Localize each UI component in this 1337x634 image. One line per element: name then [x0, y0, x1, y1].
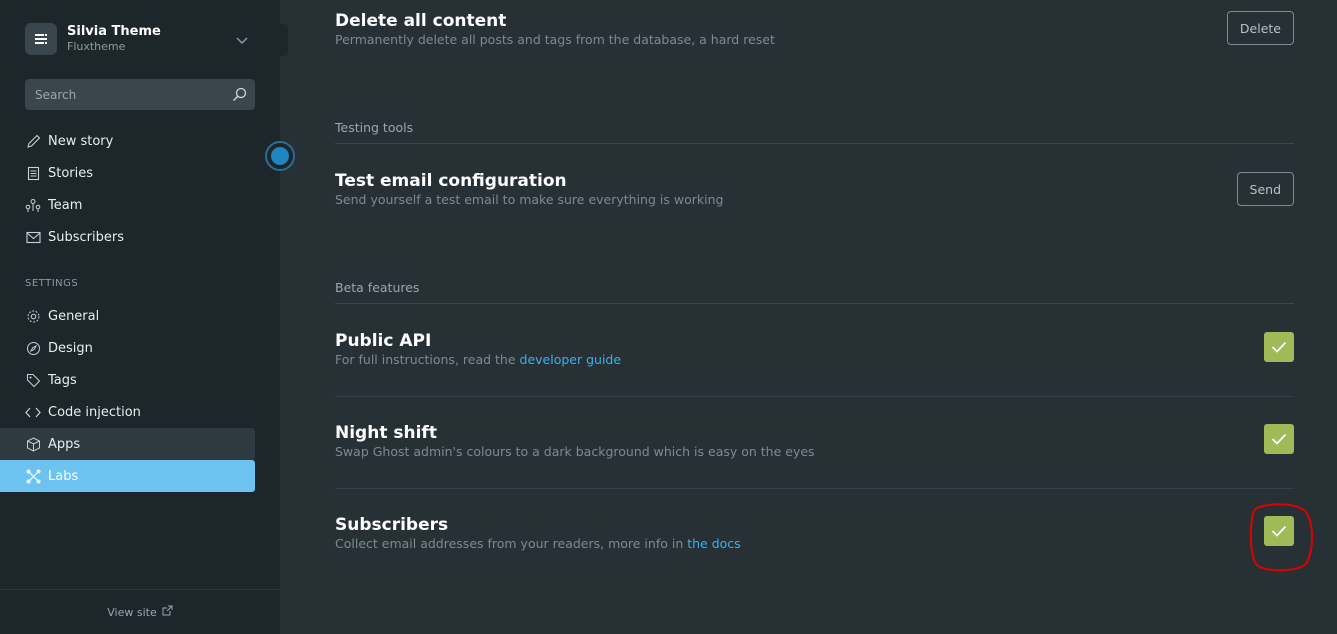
subscribers-checkbox[interactable]: [1264, 516, 1294, 546]
pencil-icon: [25, 133, 41, 149]
onboarding-hotspot[interactable]: [265, 141, 295, 171]
nav-label: General: [48, 308, 100, 324]
menu-icon: [35, 34, 47, 44]
public-api-row: Public API For full instructions, read t…: [335, 330, 1294, 368]
box-icon: [25, 436, 41, 452]
test-email-title: Test email configuration: [335, 171, 567, 191]
test-email-desc: Send yourself a test email to make sure …: [335, 192, 724, 207]
search-icon[interactable]: [232, 87, 247, 106]
labs-content: Delete all content Permanently delete al…: [335, 0, 1294, 634]
search-box[interactable]: [25, 79, 255, 110]
subscribers-title: Subscribers: [335, 515, 449, 535]
main-nav: New story Stories Team Subscribers: [0, 125, 280, 253]
brand-title: Silvia Theme: [67, 24, 161, 39]
divider: [335, 396, 1294, 397]
nav-item-general[interactable]: General: [0, 300, 280, 332]
compass-icon: [25, 340, 41, 356]
subscribers-desc: Collect email addresses from your reader…: [335, 536, 741, 551]
delete-content-desc: Permanently delete all posts and tags fr…: [335, 32, 775, 47]
delete-content-title: Delete all content: [335, 11, 507, 31]
brand-switcher[interactable]: Silvia Theme Fluxtheme: [25, 22, 255, 56]
sidebar-resize-handle[interactable]: [280, 24, 288, 56]
sidebar: Silvia Theme Fluxtheme New story Stories…: [0, 0, 280, 634]
nav-label: Stories: [48, 165, 94, 181]
search-input[interactable]: [25, 79, 255, 110]
brand-logo: [25, 23, 57, 55]
labs-icon: [25, 468, 41, 484]
nav-item-design[interactable]: Design: [0, 332, 280, 364]
night-shift-desc: Swap Ghost admin's colours to a dark bac…: [335, 444, 815, 459]
nav-label: Tags: [48, 372, 77, 388]
nav-item-apps[interactable]: Apps: [0, 428, 255, 460]
nav-label: Design: [48, 340, 93, 356]
view-site-label: View site: [107, 605, 157, 619]
checkmark-icon: [1271, 433, 1287, 445]
nav-item-new-story[interactable]: New story: [0, 125, 280, 157]
chevron-down-icon[interactable]: [235, 32, 249, 51]
subscribers-row: Subscribers Collect email addresses from…: [335, 514, 1294, 552]
night-shift-row: Night shift Swap Ghost admin's colours t…: [335, 422, 1294, 460]
divider: [335, 488, 1294, 489]
document-icon: [25, 165, 41, 181]
settings-heading: SETTINGS: [25, 278, 79, 289]
brand-subtitle: Fluxtheme: [67, 40, 126, 53]
nav-item-stories[interactable]: Stories: [0, 157, 280, 189]
developer-guide-link[interactable]: developer guide: [520, 352, 622, 367]
external-link-icon: [162, 605, 173, 619]
nav-item-code-injection[interactable]: Code injection: [0, 396, 280, 428]
nav-label: Apps: [48, 436, 81, 452]
tag-icon: [25, 372, 41, 388]
delete-button[interactable]: Delete: [1226, 11, 1294, 45]
nav-item-team[interactable]: Team: [0, 189, 280, 221]
test-email-row: Test email configuration Send yourself a…: [335, 170, 1294, 208]
nav-item-tags[interactable]: Tags: [0, 364, 280, 396]
checkmark-icon: [1271, 525, 1287, 537]
gear-icon: [25, 308, 41, 324]
send-button[interactable]: Send: [1236, 172, 1294, 206]
mail-icon: [25, 229, 41, 245]
docs-link[interactable]: the docs: [687, 536, 740, 551]
delete-content-row: Delete all content Permanently delete al…: [335, 10, 1294, 48]
settings-nav: General Design Tags Code injection Apps …: [0, 300, 280, 492]
night-shift-checkbox[interactable]: [1264, 424, 1294, 454]
public-api-title: Public API: [335, 331, 432, 351]
testing-tools-heading: Testing tools: [335, 120, 1294, 144]
view-site-link[interactable]: View site: [0, 589, 280, 634]
nav-label: Code injection: [48, 404, 141, 420]
nav-label: Subscribers: [48, 229, 124, 245]
beta-features-heading: Beta features: [335, 280, 1294, 304]
nav-label: Team: [48, 197, 83, 213]
public-api-checkbox[interactable]: [1264, 332, 1294, 362]
team-icon: [25, 197, 41, 213]
nav-item-labs[interactable]: Labs: [0, 460, 255, 492]
code-icon: [25, 404, 41, 420]
checkmark-icon: [1271, 341, 1287, 353]
nav-label: New story: [48, 133, 114, 149]
night-shift-title: Night shift: [335, 423, 437, 443]
nav-item-subscribers[interactable]: Subscribers: [0, 221, 280, 253]
nav-label: Labs: [48, 468, 79, 484]
public-api-desc: For full instructions, read the develope…: [335, 352, 622, 367]
